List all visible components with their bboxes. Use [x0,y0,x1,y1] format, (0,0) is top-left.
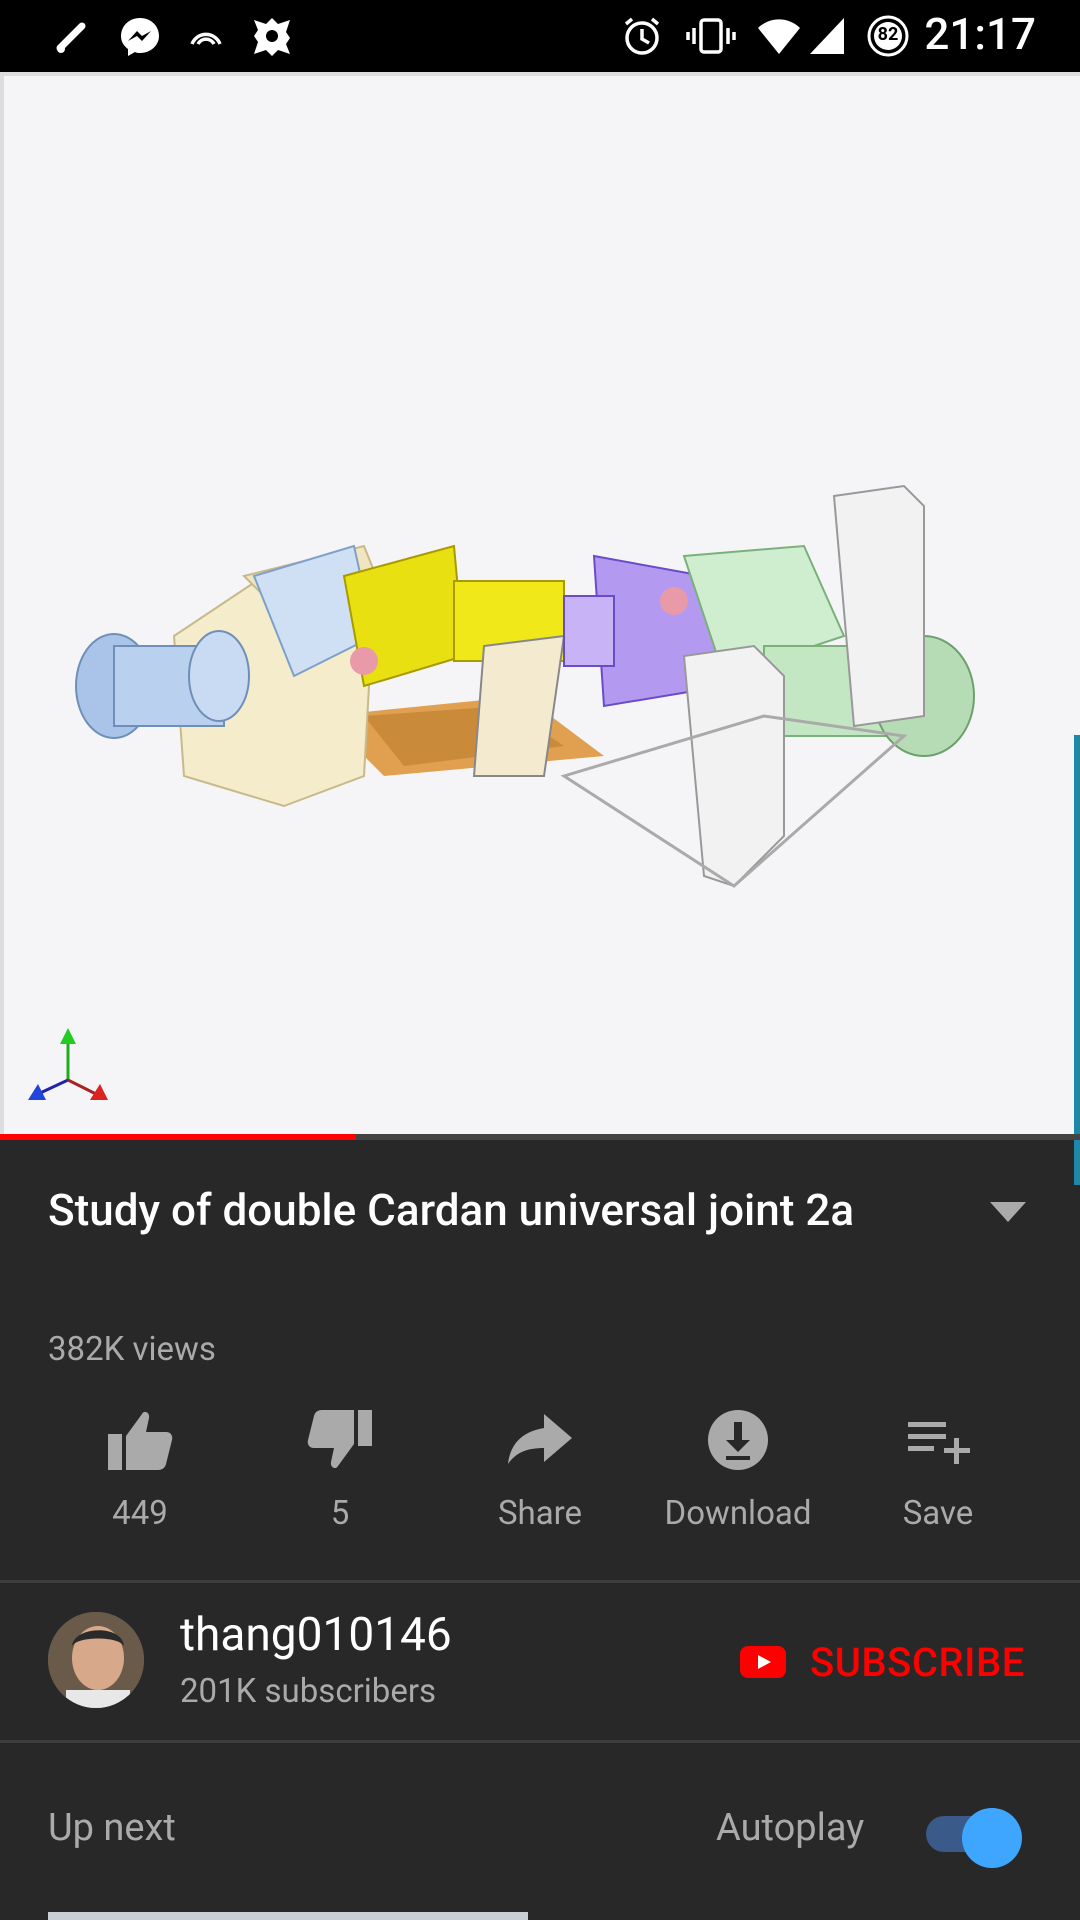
video-frame [28,484,975,1100]
autoplay-label: Autoplay [716,1806,865,1850]
toggle-knob [962,1808,1022,1868]
dislike-count: 5 [330,1494,350,1533]
messenger-icon [121,18,159,56]
subscribe-button[interactable]: SUBSCRIBE [740,1632,1025,1692]
vibrate-icon [686,18,736,54]
download-button[interactable]: Download [638,1400,838,1540]
battery-icon: 82 [866,14,910,58]
divider [0,1580,1080,1583]
video-player[interactable] [0,72,1080,1138]
progress-bar[interactable] [0,1134,1080,1140]
alarm-icon [624,17,660,55]
download-label: Download [664,1494,812,1533]
subscriber-count: 201K subscribers [180,1672,437,1711]
thumbs-down-icon [307,1410,372,1469]
dislike-button[interactable]: 5 [240,1400,440,1540]
action-row: 449 5 Share Download Save [0,1400,1080,1550]
up-next-heading: Up next [48,1806,176,1850]
share-label: Share [497,1494,583,1533]
divider [0,1740,1080,1743]
youtube-icon [740,1646,786,1678]
download-icon [708,1410,768,1470]
video-title: Study of double Cardan universal joint 2… [48,1184,855,1236]
progress-fill [0,1134,357,1140]
view-count: 382K views [48,1330,216,1369]
save-label: Save [902,1494,974,1533]
scroll-handle[interactable] [1074,735,1080,1185]
save-button[interactable]: Save [838,1400,1038,1540]
share-button[interactable]: Share [440,1400,640,1540]
axis-triad [28,1028,108,1100]
playlist-add-icon [908,1422,970,1464]
like-button[interactable]: 449 [40,1400,240,1540]
expand-description-icon[interactable] [988,1200,1028,1224]
signal-icon [810,18,844,54]
channel-avatar[interactable] [48,1612,144,1708]
edit-icon [56,22,86,53]
subscribe-label: SUBSCRIBE [810,1638,1025,1686]
app-icon [254,18,290,56]
up-next-thumbnail[interactable] [48,1912,528,1920]
battery-level: 82 [877,24,899,45]
status-bar: 82 21:17 [0,0,1080,72]
channel-name[interactable]: thang010146 [180,1608,452,1662]
hotspot-icon [190,32,222,45]
like-count: 449 [112,1494,168,1533]
autoplay-toggle[interactable] [926,1808,1022,1868]
thumbs-up-icon [108,1411,173,1470]
share-icon [508,1414,572,1464]
wifi-icon [758,19,800,54]
clock: 21:17 [924,8,1036,60]
